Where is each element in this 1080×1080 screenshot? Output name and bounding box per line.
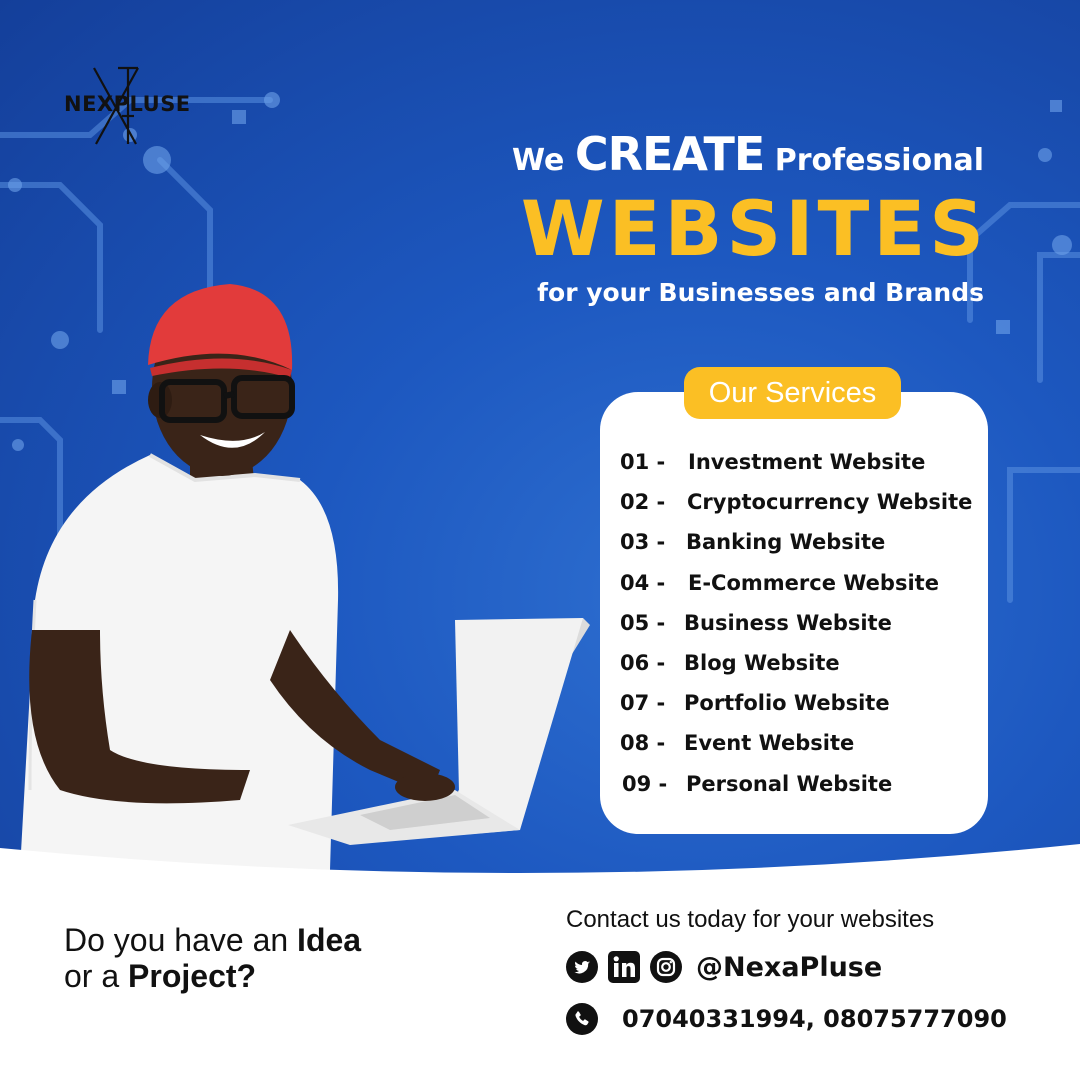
headline-create: CREATE <box>574 127 765 181</box>
contact-intro: Contact us today for your websites <box>566 906 935 933</box>
question-idea: Idea <box>297 922 362 958</box>
service-item: 07 - Portfolio Website <box>620 683 972 723</box>
service-number: 03 - <box>620 530 666 555</box>
service-label: Portfolio Website <box>684 691 890 716</box>
headline-websites: WEBSITES <box>520 184 988 273</box>
service-number: 06 - <box>620 651 666 676</box>
service-number: 02 - <box>620 490 666 515</box>
service-number: 08 - <box>620 731 666 756</box>
service-number: 04 - <box>620 570 666 595</box>
phone-numbers[interactable]: 07040331994, 08075777090 <box>622 1005 1007 1033</box>
person-with-laptop-photo <box>20 284 590 870</box>
question-project: Project? <box>128 958 257 994</box>
contact-block: Contact us today for your websites @Nexa… <box>566 905 1007 1037</box>
service-label: Cryptocurrency Website <box>687 490 973 515</box>
question-line2: or a Project? <box>64 958 361 994</box>
service-number: 07 - <box>620 691 666 716</box>
footer-question: Do you have an Idea or a Project? <box>64 922 361 994</box>
service-item: 02 - Cryptocurrency Website <box>620 482 972 522</box>
instagram-icon[interactable] <box>650 951 682 983</box>
service-item: 04 - E-Commerce Website <box>620 563 972 603</box>
service-item: 06 - Blog Website <box>620 643 972 683</box>
service-label: Event Website <box>684 731 855 756</box>
services-list: 01 - Investment Website 02 - Cryptocurrenc… <box>620 442 972 804</box>
headline-line1: We CREATE Professional <box>464 126 984 189</box>
poster: NEXPLUSE We CREATE Professional WEBSITES… <box>0 0 1080 1080</box>
service-item: 01 - Investment Website <box>620 442 972 482</box>
service-label: Blog Website <box>684 651 840 676</box>
services-title: Our Services <box>684 367 901 419</box>
social-handle[interactable]: @NexaPluse <box>696 952 882 983</box>
question-text: or a <box>64 958 120 994</box>
service-number: 05 - <box>620 610 666 635</box>
linkedin-icon[interactable] <box>608 951 640 983</box>
logo-text: NEXPLUSE <box>64 92 191 116</box>
service-label: Investment Website <box>688 450 926 475</box>
brand-logo: NEXPLUSE <box>64 66 204 146</box>
service-label: E-Commerce Website <box>688 570 939 595</box>
headline-professional: Professional <box>774 143 984 178</box>
phone-icon <box>566 1003 598 1035</box>
social-row: @NexaPluse <box>566 949 1007 985</box>
phone-row: 07040331994, 08075777090 <box>566 1001 1007 1037</box>
headline-we: We <box>511 143 565 178</box>
service-number: 01 - <box>620 450 666 475</box>
service-item: 09 - Personal Website <box>620 764 972 804</box>
service-item: 05 - Business Website <box>620 603 972 643</box>
service-item: 08 - Event Website <box>620 723 972 763</box>
twitter-icon[interactable] <box>566 951 598 983</box>
service-item: 03 - Banking Website <box>620 522 972 562</box>
question-line1: Do you have an Idea <box>64 922 361 958</box>
service-label: Business Website <box>684 610 892 635</box>
service-label: Personal Website <box>686 771 893 796</box>
service-label: Banking Website <box>686 530 886 555</box>
service-number: 09 - <box>622 771 668 796</box>
question-text: Do you have an <box>64 922 289 958</box>
